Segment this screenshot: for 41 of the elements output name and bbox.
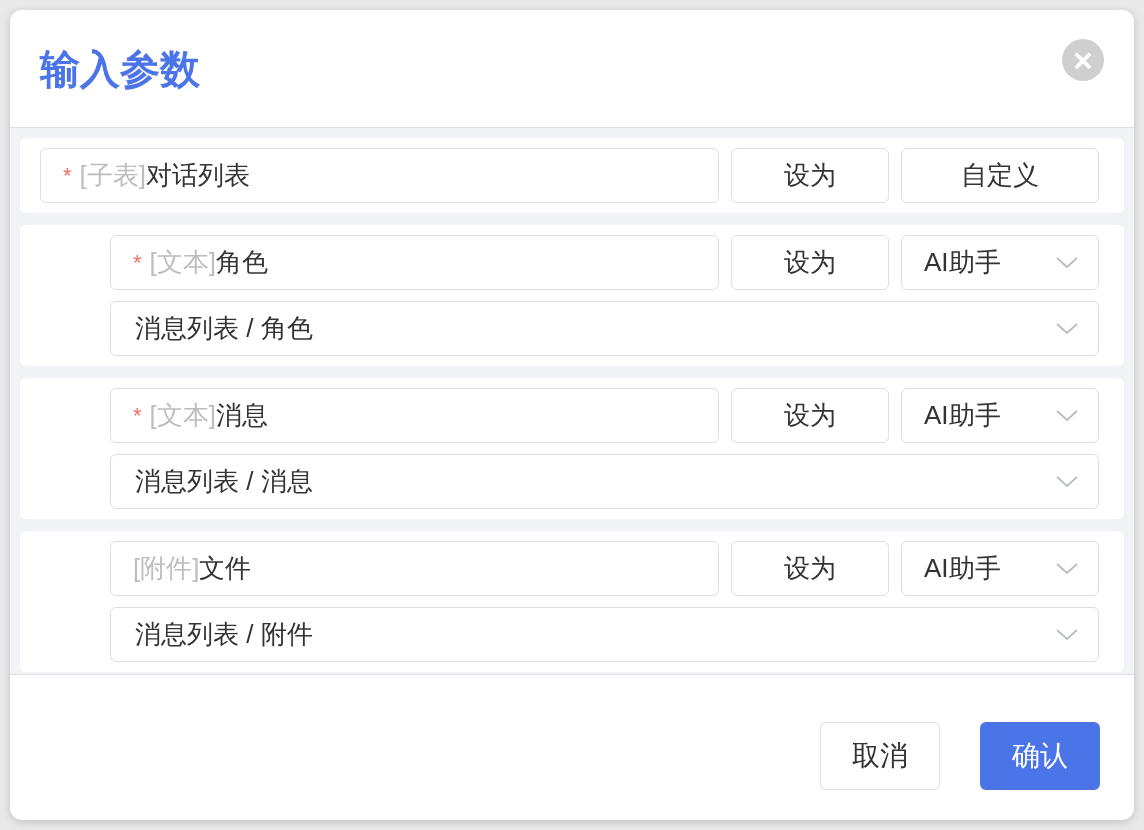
type-tag: [附件] (133, 549, 200, 588)
mode-select[interactable]: AI助手 (901, 541, 1099, 596)
param-name: 角色 (216, 246, 268, 279)
source-select[interactable]: 消息列表 / 附件 (110, 607, 1099, 662)
source-select[interactable]: 消息列表 / 角色 (110, 301, 1099, 356)
param-field[interactable]: * [子表]对话列表 (40, 148, 719, 203)
param-name: 消息 (216, 399, 268, 432)
chevron-down-icon (1056, 256, 1078, 269)
type-tag: [子表] (79, 156, 146, 195)
select-value: 消息列表 / 角色 (135, 312, 313, 345)
required-mark: * (133, 249, 142, 277)
required-mark: * (63, 162, 72, 190)
source-select[interactable]: 消息列表 / 消息 (110, 454, 1099, 509)
param-name: 对话列表 (146, 159, 250, 192)
set-button[interactable]: 设为 (731, 148, 889, 203)
type-tag: [文本] (149, 396, 216, 435)
select-value: AI助手 (924, 246, 1001, 279)
mode-select[interactable]: AI助手 (901, 388, 1099, 443)
custom-button[interactable]: 自定义 (901, 148, 1099, 203)
type-tag: [文本] (149, 243, 216, 282)
chevron-down-icon (1056, 475, 1078, 488)
select-value: 消息列表 / 附件 (135, 618, 313, 651)
chevron-down-icon (1056, 628, 1078, 641)
set-button[interactable]: 设为 (731, 235, 889, 290)
param-field[interactable]: * [文本]角色 (110, 235, 719, 290)
select-value: 消息列表 / 消息 (135, 465, 313, 498)
dialog-title: 输入参数 (40, 45, 200, 93)
chevron-down-icon (1056, 409, 1078, 422)
mode-select[interactable]: AI助手 (901, 235, 1099, 290)
confirm-button[interactable]: 确认 (980, 722, 1100, 790)
chevron-down-icon (1056, 562, 1078, 575)
select-value: AI助手 (924, 552, 1001, 585)
param-field[interactable]: [附件]文件 (110, 541, 719, 596)
param-name: 文件 (199, 552, 252, 585)
set-button[interactable]: 设为 (731, 541, 889, 596)
chevron-down-icon (1056, 322, 1078, 335)
set-button[interactable]: 设为 (731, 388, 889, 443)
cancel-button[interactable]: 取消 (820, 722, 940, 790)
select-value: AI助手 (924, 399, 1001, 432)
param-field[interactable]: * [文本]消息 (110, 388, 719, 443)
required-mark: * (133, 402, 142, 430)
